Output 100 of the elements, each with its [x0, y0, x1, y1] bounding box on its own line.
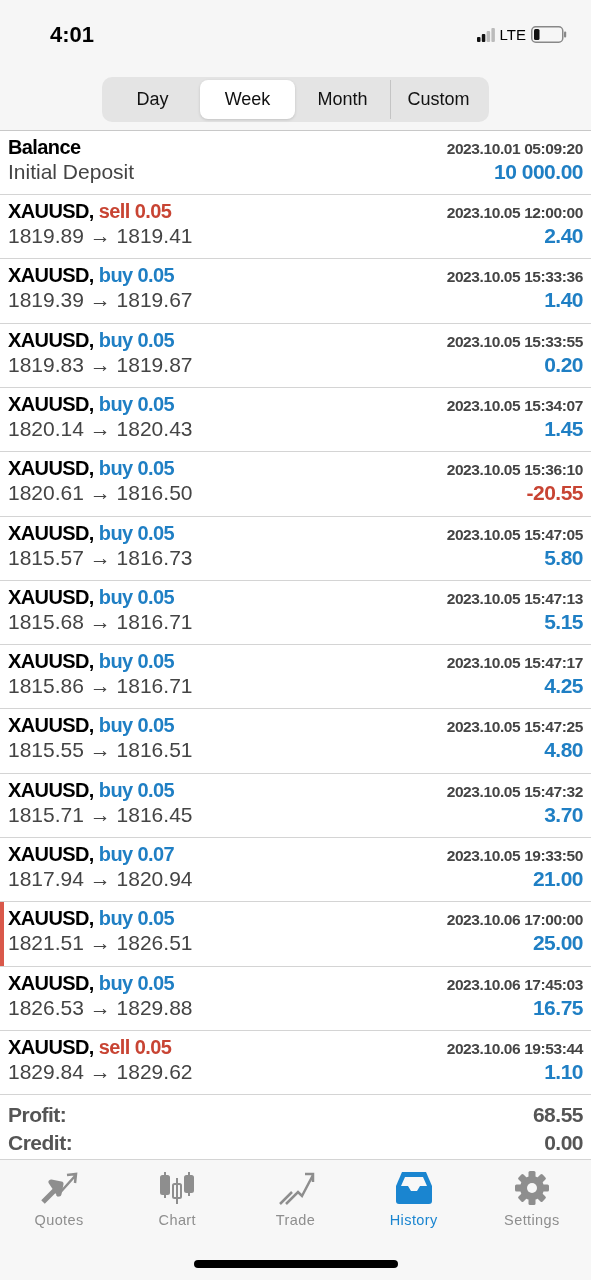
deal-type: buy 0.05	[98, 971, 175, 995]
deal-prices: 1815.68 → 1816.71	[8, 609, 193, 634]
deal-symbol: XAUUSD,	[8, 200, 94, 224]
deal-prices: 1829.84 → 1829.62	[8, 1059, 193, 1084]
deal-profit: 1.40	[544, 288, 583, 313]
deal-time: 2023.10.05 15:33:36	[446, 268, 583, 287]
deal-profit: 5.80	[544, 545, 583, 570]
deal-time: 2023.10.05 15:34:07	[446, 396, 583, 415]
deal-symbol: XAUUSD,	[8, 907, 94, 931]
deal-profit: 3.70	[544, 802, 583, 827]
balance-amount: 10 000.00	[494, 159, 583, 184]
summary-value: 68.55	[532, 1103, 583, 1128]
signal-icon	[476, 27, 495, 42]
period-tab[interactable]: Month	[295, 79, 390, 119]
deal-type: sell 0.05	[98, 1035, 172, 1059]
deal-prices: 1820.14 → 1820.43	[8, 416, 193, 441]
deal-row[interactable]: XAUUSD, buy 0.05 2023.10.06 17:45:03 1826.53 → 1829.88 16.75	[0, 966, 591, 1031]
deal-prices: 1815.55 → 1816.51	[8, 738, 193, 763]
deal-symbol: XAUUSD,	[8, 650, 94, 674]
inbox-icon	[393, 1170, 434, 1207]
deal-symbol: XAUUSD,	[8, 778, 94, 802]
summary-label: Credit:	[8, 1131, 73, 1156]
deal-time: 2023.10.05 15:47:32	[446, 782, 583, 801]
deal-type: buy 0.05	[98, 328, 175, 352]
deal-time: 2023.10.01 05:09:20	[446, 139, 583, 158]
deal-time: 2023.10.05 15:47:13	[446, 589, 583, 608]
deal-type: buy 0.05	[98, 714, 175, 738]
deal-time: 2023.10.05 12:00:00	[446, 204, 583, 223]
deal-prices: 1819.39 → 1819.67	[8, 288, 193, 313]
deal-time: 2023.10.05 15:47:17	[446, 654, 583, 673]
deal-type: sell 0.05	[98, 200, 172, 224]
deal-type: buy 0.05	[98, 778, 175, 802]
tab-bar-item[interactable]: History	[354, 1160, 473, 1230]
deal-time: 2023.10.06 19:53:44	[446, 1039, 583, 1058]
status-time: 4:01	[50, 21, 95, 48]
deal-prices: 1815.71 → 1816.45	[8, 802, 193, 827]
period-tab[interactable]: Custom	[390, 79, 486, 119]
balance-title: Balance	[8, 135, 81, 159]
deal-type: buy 0.05	[98, 585, 175, 609]
deal-symbol: XAUUSD,	[8, 843, 94, 867]
deal-prices: 1819.89 → 1819.41	[8, 224, 193, 249]
deal-time: 2023.10.06 17:45:03	[446, 975, 583, 994]
deal-type: buy 0.05	[98, 392, 175, 416]
deal-profit: 0.20	[544, 352, 583, 377]
deal-time: 2023.10.05 19:33:50	[446, 847, 583, 866]
deal-symbol: XAUUSD,	[8, 264, 94, 288]
deal-row[interactable]: XAUUSD, buy 0.05 2023.10.05 15:47:32 1815.71 → 1816.45 3.70	[0, 773, 591, 839]
deal-type: buy 0.05	[98, 907, 175, 931]
deal-symbol: XAUUSD,	[8, 521, 94, 545]
deal-profit: 4.80	[544, 738, 583, 763]
deal-row[interactable]: XAUUSD, buy 0.05 2023.10.05 15:33:55 1819.83 → 1819.87 0.20	[0, 323, 591, 388]
deal-profit: 1.45	[544, 416, 583, 441]
deal-profit: 4.25	[544, 674, 583, 699]
deal-time: 2023.10.05 15:47:25	[446, 718, 583, 737]
deal-time: 2023.10.05 15:47:05	[446, 525, 583, 544]
deal-prices: 1821.51 → 1826.51	[8, 931, 193, 956]
deal-time: 2023.10.05 15:36:10	[446, 461, 583, 480]
deal-row[interactable]: XAUUSD, buy 0.05 2023.10.05 15:47:05 1815.57 → 1816.73 5.80	[0, 516, 591, 581]
deal-prices: 1815.86 → 1816.71	[8, 674, 193, 699]
deal-profit: -20.55	[526, 481, 583, 506]
deal-prices: 1820.61 → 1816.50	[8, 481, 193, 506]
deal-prices: 1815.57 → 1816.73	[8, 545, 193, 570]
deal-row[interactable]: XAUUSD, buy 0.05 2023.10.05 15:47:13 1815.68 → 1816.71 5.15	[0, 580, 591, 646]
summary-value: 0.00	[544, 1131, 583, 1156]
deal-type: buy 0.05	[98, 521, 175, 545]
deal-row[interactable]: XAUUSD, buy 0.05 2023.10.05 15:36:10 1820.61 → 1816.50 -20.55	[0, 452, 591, 517]
deal-symbol: XAUUSD,	[8, 585, 94, 609]
deal-type: buy 0.05	[98, 650, 175, 674]
deal-profit: 2.40	[544, 224, 583, 249]
deal-row[interactable]: XAUUSD, buy 0.07 2023.10.05 19:33:50 1817.94 → 1820.94 21.00	[0, 838, 591, 903]
deal-row[interactable]: XAUUSD, sell 0.05 2023.10.06 19:53:44 1829.84 → 1829.62 1.10	[0, 1030, 591, 1096]
deal-prices: 1817.94 → 1820.94	[8, 867, 193, 892]
deal-profit: 1.10	[544, 1059, 583, 1084]
period-tab[interactable]: Week	[200, 79, 295, 119]
deal-symbol: XAUUSD,	[8, 328, 94, 352]
deal-profit: 16.75	[532, 995, 583, 1020]
deal-row[interactable]: XAUUSD, buy 0.05 2023.10.05 15:33:36 1819.39 → 1819.67 1.40	[0, 259, 591, 324]
deal-type: buy 0.05	[98, 457, 175, 481]
deal-symbol: XAUUSD,	[8, 457, 94, 481]
deal-time: 2023.10.06 17:00:00	[446, 911, 583, 930]
deal-profit: 5.15	[544, 609, 583, 634]
deal-type: buy 0.07	[98, 843, 175, 867]
deal-profit: 25.00	[532, 931, 583, 956]
deal-symbol: XAUUSD,	[8, 714, 94, 738]
battery-icon	[531, 26, 567, 44]
deal-symbol: XAUUSD,	[8, 1035, 94, 1059]
deal-row[interactable]: XAUUSD, buy 0.05 2023.10.05 15:34:07 1820.14 → 1820.43 1.45	[0, 387, 591, 453]
summary-label: Profit:	[8, 1103, 67, 1128]
deal-prices: 1826.53 → 1829.88	[8, 995, 193, 1020]
deal-row[interactable]: XAUUSD, buy 0.05 2023.10.06 17:00:00 1821.51 → 1826.51 25.00	[0, 902, 591, 967]
period-tab[interactable]: Day	[105, 79, 200, 119]
deal-type: buy 0.05	[98, 264, 175, 288]
deal-prices: 1819.83 → 1819.87	[8, 352, 193, 377]
deal-symbol: XAUUSD,	[8, 392, 94, 416]
balance-note: Initial Deposit	[8, 159, 135, 184]
deal-time: 2023.10.05 15:33:55	[446, 332, 583, 351]
deal-profit: 21.00	[532, 867, 583, 892]
deal-row[interactable]: XAUUSD, sell 0.05 2023.10.05 12:00:00 1819.89 → 1819.41 2.40	[0, 195, 591, 260]
deal-row[interactable]: XAUUSD, buy 0.05 2023.10.05 15:47:25 1815.55 → 1816.51 4.80	[0, 709, 591, 774]
deal-row[interactable]: XAUUSD, buy 0.05 2023.10.05 15:47:17 1815.86 → 1816.71 4.25	[0, 645, 591, 710]
